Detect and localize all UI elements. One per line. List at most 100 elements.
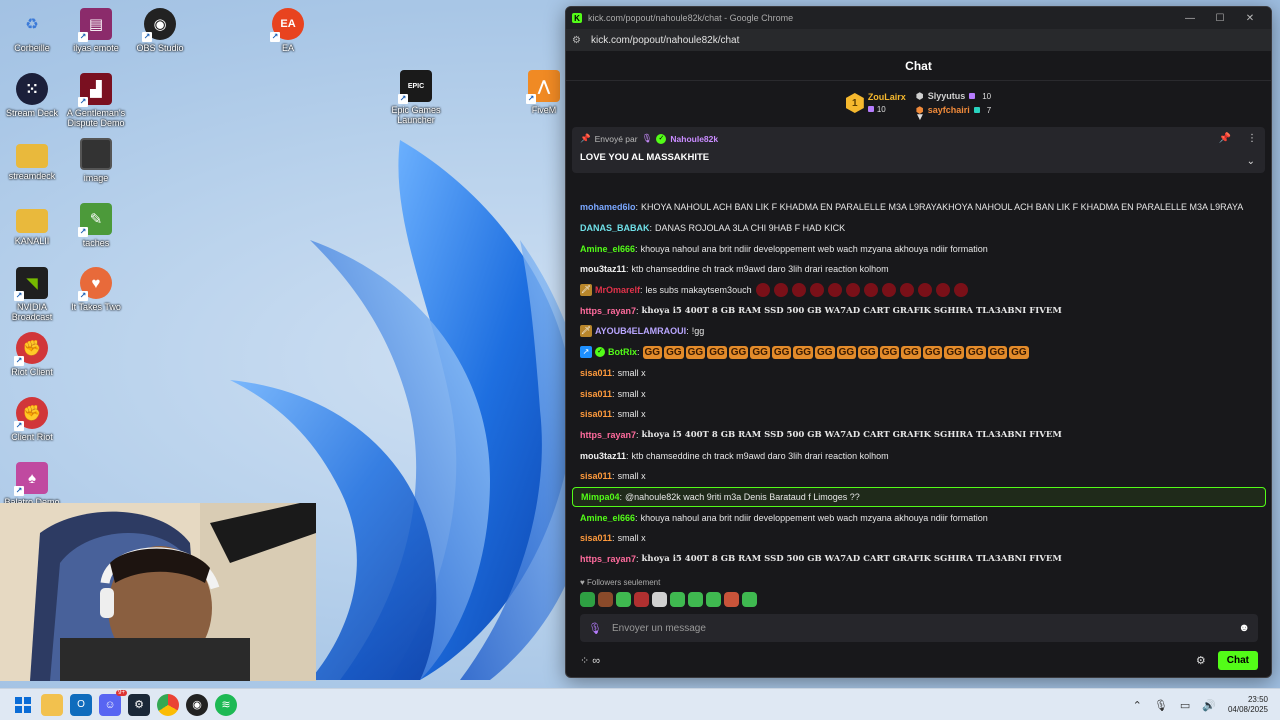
desktop-icon-ilyas-emote[interactable]: ▤ ilyas emote bbox=[60, 8, 132, 53]
chat-message[interactable]: Amine_el666: khouya nahoul ana brit ndiir… bbox=[572, 238, 1266, 259]
emote-quick-bar bbox=[580, 592, 757, 607]
desktop-icon-balatro[interactable]: ♠ Balatro Demo bbox=[0, 462, 68, 507]
collapse-leaderboard-icon[interactable]: ▼ bbox=[915, 112, 925, 123]
desktop-icon-taches[interactable]: ✎ taches bbox=[60, 203, 132, 248]
volume-icon[interactable]: 🔊 bbox=[1202, 699, 1216, 712]
chat-username[interactable]: https_rayan7 bbox=[580, 306, 636, 316]
chat-username[interactable]: MrOmarelf bbox=[595, 285, 640, 295]
emoji-picker-icon[interactable]: ☻ bbox=[1238, 622, 1250, 634]
chat-message[interactable]: DANAS_BABAK: DANAS ROJOLAA 3LA CHI 9HAB F… bbox=[572, 218, 1266, 239]
desktop-icon-nvidia-broadcast[interactable]: ◥ NVIDIA Broadcast bbox=[0, 267, 68, 322]
steam-icon[interactable]: ⚙ bbox=[128, 693, 150, 716]
emote-icon[interactable] bbox=[652, 592, 667, 607]
desktop-icon-stream-deck[interactable]: ⁙ Stream Deck bbox=[0, 73, 68, 118]
obs-taskbar-icon[interactable]: ◉ bbox=[186, 693, 208, 716]
chat-message[interactable]: 🗡 MrOmarelf: les subs makaytsem3ouch bbox=[572, 280, 1266, 301]
maximize-button[interactable]: ☐ bbox=[1205, 13, 1235, 24]
chat-username[interactable]: sisa011 bbox=[580, 368, 612, 378]
site-info-icon[interactable]: ⚙ bbox=[572, 35, 581, 46]
leaderboard-first[interactable]: 1 ZouLairx 10 bbox=[845, 92, 906, 114]
chat-message-text: DANAS ROJOLAA 3LA CHI 9HAB F HAD KICK bbox=[655, 223, 846, 234]
emote-icon[interactable] bbox=[580, 592, 595, 607]
chat-username[interactable]: Mimpa04 bbox=[581, 492, 620, 502]
desktop-icon-gentlemans-dispute[interactable]: ▟ A Gentleman's Dispute Demo bbox=[60, 73, 132, 128]
chat-username[interactable]: https_rayan7 bbox=[580, 554, 636, 564]
chat-message[interactable]: mou3taz11: ktb chamseddine ch track m9awd… bbox=[572, 445, 1266, 466]
chat-message-text: ktb chamseddine ch track m9awd daro 3lih… bbox=[631, 450, 889, 461]
chat-username[interactable]: sisa011 bbox=[580, 471, 612, 481]
chat-username[interactable]: sisa011 bbox=[580, 533, 612, 543]
sword-badge-icon: 🗡 bbox=[580, 284, 592, 297]
chat-message[interactable]: sisa011: small x bbox=[572, 383, 1266, 404]
address-bar[interactable]: ⚙ kick.com/popout/nahoule82k/chat bbox=[566, 29, 1271, 51]
chat-message[interactable]: Amine_el666: khouya nahoul ana brit ndiir… bbox=[572, 507, 1266, 528]
sword-badge-icon: 🗡 bbox=[580, 325, 592, 338]
points-infinity-icon[interactable]: ⁘ ∞ bbox=[580, 654, 1196, 667]
emote-icon[interactable] bbox=[724, 592, 739, 607]
emote-icon[interactable] bbox=[706, 592, 721, 607]
pinned-message[interactable]: 📌 Envoyé par 🎙 ✓ Nahoule82k LOVE YOU AL … bbox=[572, 127, 1265, 173]
settings-gear-icon[interactable]: ⚙ bbox=[1196, 654, 1206, 667]
desktop-icon-corbeille[interactable]: ♻ Corbeille bbox=[0, 8, 68, 53]
chat-username[interactable]: mohamed6lo bbox=[580, 202, 636, 212]
chat-message[interactable]: sisa011: small x bbox=[572, 404, 1266, 425]
expand-chevron-icon[interactable]: ⌄ bbox=[1247, 156, 1255, 167]
emote-icon[interactable] bbox=[598, 592, 613, 607]
microphone-icon[interactable]: 🎙 bbox=[1154, 699, 1168, 712]
close-button[interactable]: ✕ bbox=[1235, 13, 1265, 24]
chat-message[interactable]: Mimpa04: @nahoule82k wach 9riti m3a Denis… bbox=[572, 486, 1266, 508]
emote-icon[interactable] bbox=[688, 592, 703, 607]
file-explorer-icon[interactable] bbox=[41, 693, 63, 716]
chat-message[interactable]: sisa011: small x bbox=[572, 466, 1266, 487]
desktop-icon-epic-games[interactable]: EPIC Epic Games Launcher bbox=[380, 70, 452, 125]
chat-username[interactable]: sisa011 bbox=[580, 389, 612, 399]
chat-message[interactable]: sisa011: small x bbox=[572, 528, 1266, 549]
chat-username[interactable]: BotRix bbox=[608, 347, 637, 357]
tray-chevron-icon[interactable]: ⌃ bbox=[1133, 699, 1142, 712]
emote-icon[interactable] bbox=[742, 592, 757, 607]
emote-icon[interactable] bbox=[634, 592, 649, 607]
desktop-icon-kanalii[interactable]: KANALII bbox=[0, 203, 68, 246]
desktop-icon-streamdeck-folder[interactable]: streamdeck bbox=[0, 138, 68, 181]
outlook-icon[interactable]: O bbox=[70, 693, 92, 716]
chat-message[interactable]: mou3taz11: ktb chamseddine ch track m9awd… bbox=[572, 259, 1266, 280]
chat-username[interactable]: Amine_el666 bbox=[580, 244, 635, 254]
chat-username[interactable]: Amine_el666 bbox=[580, 513, 635, 523]
chat-username[interactable]: AYOUB4ELAMRAOUI bbox=[595, 326, 686, 336]
chat-message[interactable]: 🗡 AYOUB4ELAMRAOUI: !gg bbox=[572, 321, 1266, 342]
chat-username[interactable]: mou3taz11 bbox=[580, 451, 626, 461]
chat-message[interactable]: https_rayan7: khoya i5 400T 8 GB RAM SSD … bbox=[572, 300, 1266, 321]
emote-icon[interactable] bbox=[616, 592, 631, 607]
chat-message[interactable]: https_rayan7: khoya i5 400T 8 GB RAM SSD … bbox=[572, 549, 1266, 570]
leaderboard-third[interactable]: ⬢ sayfchairi 7 bbox=[916, 105, 991, 116]
more-options-icon[interactable]: ⋮ bbox=[1247, 133, 1257, 144]
network-icon[interactable]: ▭ bbox=[1180, 699, 1190, 712]
chat-username[interactable]: DANAS_BABAK bbox=[580, 223, 650, 233]
desktop-icon-it-takes-two[interactable]: ♥ It Takes Two bbox=[60, 267, 132, 312]
windows-start-icon[interactable] bbox=[12, 694, 34, 716]
unpin-icon[interactable]: 📌 bbox=[1219, 133, 1231, 144]
chat-message[interactable]: mohamed6lo: KHOYA NAHOUL ACH BAN LIK F KH… bbox=[572, 197, 1266, 218]
desktop-icon-ea[interactable]: EA EA bbox=[252, 8, 324, 53]
desktop-icon-image[interactable]: image bbox=[60, 138, 132, 183]
spotify-icon[interactable]: ≋ bbox=[215, 693, 237, 716]
clock[interactable]: 23:50 04/08/2025 bbox=[1228, 695, 1268, 715]
leaderboard-second[interactable]: ⬢ Slyyutus 10 bbox=[916, 91, 991, 102]
username-separator: : bbox=[636, 554, 639, 565]
chat-header: Chat bbox=[566, 51, 1271, 81]
desktop-icon-riot-client[interactable]: ✊ Riot Client bbox=[0, 332, 68, 377]
chat-username[interactable]: mou3taz11 bbox=[580, 264, 626, 274]
desktop-icon-obs-studio[interactable]: ◉ OBS Studio bbox=[124, 8, 196, 53]
desktop-icon-client-riot[interactable]: ✊ Client Riot bbox=[0, 397, 68, 442]
chat-username[interactable]: sisa011 bbox=[580, 409, 612, 419]
chat-message[interactable]: https_rayan7: khoya i5 400T 8 GB RAM SSD … bbox=[572, 425, 1266, 446]
send-chat-button[interactable]: Chat bbox=[1217, 650, 1258, 670]
chat-message[interactable]: ↗ ✓ BotRix: GG GG GG GG GG GG GG GG GG GG G… bbox=[572, 342, 1266, 363]
discord-icon[interactable]: ☺ 9+ bbox=[99, 689, 127, 716]
minimize-button[interactable]: — bbox=[1175, 13, 1205, 24]
message-input[interactable]: 🎙 Envoyer un message ☻ bbox=[580, 614, 1258, 642]
chat-message[interactable]: sisa011: small x bbox=[572, 363, 1266, 384]
emote-icon[interactable] bbox=[670, 592, 685, 607]
chrome-icon[interactable] bbox=[157, 693, 179, 716]
chat-username[interactable]: https_rayan7 bbox=[580, 430, 636, 440]
